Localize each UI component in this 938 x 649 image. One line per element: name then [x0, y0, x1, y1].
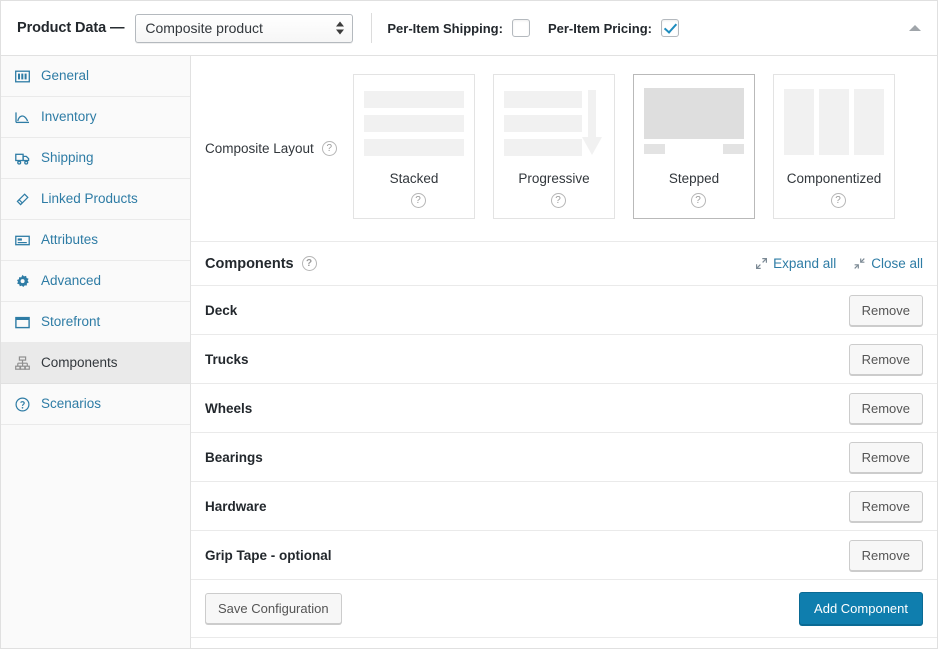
- component-name: Bearings: [205, 450, 263, 465]
- storefront-icon: [14, 314, 31, 331]
- add-component-button[interactable]: Add Component: [799, 592, 923, 625]
- table-row[interactable]: Trucks Remove: [191, 335, 937, 384]
- remove-component-button[interactable]: Remove: [849, 344, 923, 375]
- remove-component-button[interactable]: Remove: [849, 442, 923, 473]
- components-title: Components: [205, 256, 294, 272]
- per-item-shipping-label: Per-Item Shipping:: [387, 21, 503, 36]
- layout-option-progressive[interactable]: Progressive?: [493, 74, 615, 219]
- sidebar-item-advanced[interactable]: Advanced: [1, 261, 190, 302]
- general-icon: [14, 68, 31, 85]
- component-name: Wheels: [205, 401, 252, 416]
- components-icon: [14, 355, 31, 372]
- sidebar-item-label: Linked Products: [41, 192, 138, 206]
- layout-option-label: Stacked: [390, 171, 439, 186]
- table-row[interactable]: Wheels Remove: [191, 384, 937, 433]
- question-icon: [14, 396, 31, 413]
- components-header-actions: Expand all Close all: [756, 256, 923, 271]
- sidebar-item-label: Attributes: [41, 233, 98, 247]
- shipping-icon: [14, 150, 31, 167]
- inventory-icon: [14, 109, 31, 126]
- layout-option-stepped[interactable]: Stepped?: [633, 74, 755, 219]
- product-type-select[interactable]: Composite product: [135, 14, 353, 43]
- product-data-panel: Product Data — Composite product Per-Ite…: [0, 0, 938, 649]
- table-row[interactable]: Hardware Remove: [191, 482, 937, 531]
- question-icon[interactable]: ?: [411, 193, 426, 208]
- question-icon[interactable]: ?: [302, 256, 317, 271]
- triangle-up-icon[interactable]: [909, 25, 921, 31]
- components-header: Components ? Expand all: [191, 242, 937, 286]
- layout-option-componentized[interactable]: Componentized?: [773, 74, 895, 219]
- components-title-wrap: Components ?: [205, 256, 317, 272]
- sidebar-item-label: Components: [41, 356, 118, 370]
- layout-option-label: Progressive: [518, 171, 589, 186]
- composite-layout-label-wrap: Composite Layout ?: [205, 74, 353, 219]
- collapse-icon: [854, 258, 865, 269]
- composite-layout-label: Composite Layout: [205, 141, 314, 156]
- per-item-pricing-checkbox[interactable]: [661, 19, 679, 37]
- sidebar-item-components[interactable]: Components: [1, 343, 190, 384]
- question-icon[interactable]: ?: [551, 193, 566, 208]
- component-name: Deck: [205, 303, 237, 318]
- components-footer: Save Configuration Add Component: [191, 580, 937, 638]
- question-icon[interactable]: ?: [691, 193, 706, 208]
- per-item-pricing-group: Per-Item Pricing:: [548, 19, 679, 37]
- per-item-shipping-group: Per-Item Shipping:: [387, 19, 530, 37]
- product-data-header: Product Data — Composite product Per-Ite…: [1, 1, 937, 56]
- link-icon: [14, 191, 31, 208]
- product-type-select-wrap: Composite product: [135, 14, 353, 43]
- table-row[interactable]: Deck Remove: [191, 286, 937, 335]
- close-all-link[interactable]: Close all: [854, 256, 923, 271]
- sidebar-item-attributes[interactable]: Attributes: [1, 220, 190, 261]
- sidebar-item-linked-products[interactable]: Linked Products: [1, 179, 190, 220]
- product-data-tabs: General Inventory Shipping Linked Products A…: [1, 56, 191, 649]
- sidebar-item-label: Advanced: [41, 274, 101, 288]
- layout-option-label: Componentized: [787, 171, 882, 186]
- sidebar-item-label: Scenarios: [41, 397, 101, 411]
- sidebar-item-label: Shipping: [41, 151, 94, 165]
- per-item-pricing-label: Per-Item Pricing:: [548, 21, 652, 36]
- composite-layout-section: Composite Layout ? Stacked?Progressive?S…: [191, 56, 937, 242]
- product-data-content: Composite Layout ? Stacked?Progressive?S…: [191, 56, 937, 649]
- page-title: Product Data —: [17, 20, 124, 36]
- sidebar-item-label: Storefront: [41, 315, 100, 329]
- expand-icon: [756, 258, 767, 269]
- attributes-icon: [14, 232, 31, 249]
- remove-component-button[interactable]: Remove: [849, 491, 923, 522]
- component-name: Hardware: [205, 499, 267, 514]
- save-configuration-button[interactable]: Save Configuration: [205, 593, 342, 624]
- sidebar-item-storefront[interactable]: Storefront: [1, 302, 190, 343]
- sidebar-item-scenarios[interactable]: Scenarios: [1, 384, 190, 425]
- per-item-shipping-checkbox[interactable]: [512, 19, 530, 37]
- remove-component-button[interactable]: Remove: [849, 393, 923, 424]
- component-name: Grip Tape - optional: [205, 548, 332, 563]
- question-icon[interactable]: ?: [322, 141, 337, 156]
- header-divider: [371, 13, 372, 43]
- sidebar-item-label: Inventory: [41, 110, 97, 124]
- sidebar-item-shipping[interactable]: Shipping: [1, 138, 190, 179]
- layout-options: Stacked?Progressive?Stepped?Componentize…: [353, 74, 895, 219]
- sidebar-item-inventory[interactable]: Inventory: [1, 97, 190, 138]
- components-list: DeckRemoveTrucksRemoveWheelsRemoveBearin…: [191, 286, 937, 580]
- expand-all-label: Expand all: [773, 256, 836, 271]
- component-name: Trucks: [205, 352, 249, 367]
- product-data-body: General Inventory Shipping Linked Products A…: [1, 56, 937, 649]
- sidebar-item-general[interactable]: General: [1, 56, 190, 97]
- layout-option-label: Stepped: [669, 171, 719, 186]
- remove-component-button[interactable]: Remove: [849, 540, 923, 571]
- close-all-label: Close all: [871, 256, 923, 271]
- question-icon[interactable]: ?: [831, 193, 846, 208]
- layout-option-stacked[interactable]: Stacked?: [353, 74, 475, 219]
- table-row[interactable]: Bearings Remove: [191, 433, 937, 482]
- remove-component-button[interactable]: Remove: [849, 295, 923, 326]
- table-row[interactable]: Grip Tape - optional Remove: [191, 531, 937, 580]
- gear-icon: [14, 273, 31, 290]
- expand-all-link[interactable]: Expand all: [756, 256, 836, 271]
- sidebar-item-label: General: [41, 69, 89, 83]
